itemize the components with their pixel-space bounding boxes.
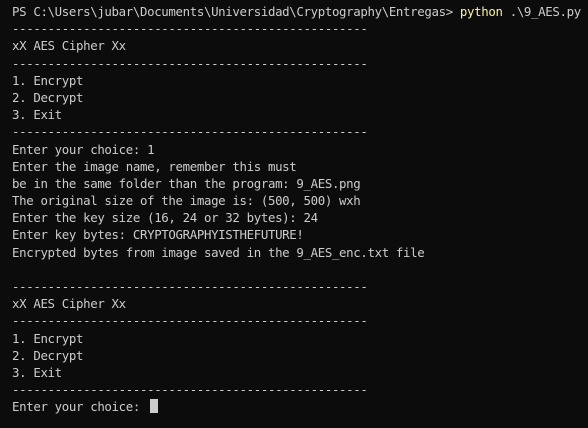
separator: ----------------------------------------… bbox=[12, 382, 368, 398]
menu-item-exit: 3. Exit bbox=[12, 107, 62, 123]
command-line: PS C:\Users\jubar\Documents\Universidad\… bbox=[12, 3, 588, 20]
menu-item-exit: 3. Exit bbox=[12, 364, 62, 380]
output-line: Enter your choice: 1 bbox=[12, 141, 155, 157]
output-line: Encrypted bytes from image saved in the … bbox=[12, 244, 425, 260]
separator: ----------------------------------------… bbox=[12, 313, 368, 329]
output-line: The original size of the image is: (500,… bbox=[12, 193, 361, 209]
separator: ----------------------------------------… bbox=[12, 55, 368, 71]
terminal-window[interactable]: PS C:\Users\jubar\Documents\Universidad\… bbox=[0, 0, 588, 428]
text-cursor[interactable] bbox=[150, 399, 159, 414]
output-line: Enter the key size (16, 24 or 32 bytes):… bbox=[12, 210, 318, 226]
output-line: be in the same folder than the program: … bbox=[12, 175, 361, 191]
menu-title: xX AES Cipher Xx bbox=[12, 296, 126, 312]
output-line: Enter the image name, remember this must bbox=[12, 158, 297, 174]
menu-item-decrypt: 2. Decrypt bbox=[12, 347, 84, 363]
menu-item-decrypt: 2. Decrypt bbox=[12, 89, 84, 105]
input-prompt: Enter your choice: bbox=[12, 399, 148, 415]
menu-item-encrypt: 1. Encrypt bbox=[12, 72, 84, 88]
menu-title: xX AES Cipher Xx bbox=[12, 38, 126, 54]
separator: ----------------------------------------… bbox=[12, 279, 368, 294]
separator: ----------------------------------------… bbox=[12, 21, 368, 37]
prompt-path: PS C:\Users\jubar\Documents\Universidad\… bbox=[12, 4, 460, 19]
output-line: Enter key bytes: CRYPTOGRAPHYISTHEFUTURE… bbox=[12, 227, 304, 243]
command-name: python bbox=[459, 4, 503, 19]
command-args: .\9_AES.py bbox=[502, 4, 581, 19]
separator: ----------------------------------------… bbox=[12, 124, 368, 140]
menu-item-encrypt: 1. Encrypt bbox=[12, 330, 84, 346]
input-line[interactable]: Enter your choice: bbox=[12, 398, 588, 415]
